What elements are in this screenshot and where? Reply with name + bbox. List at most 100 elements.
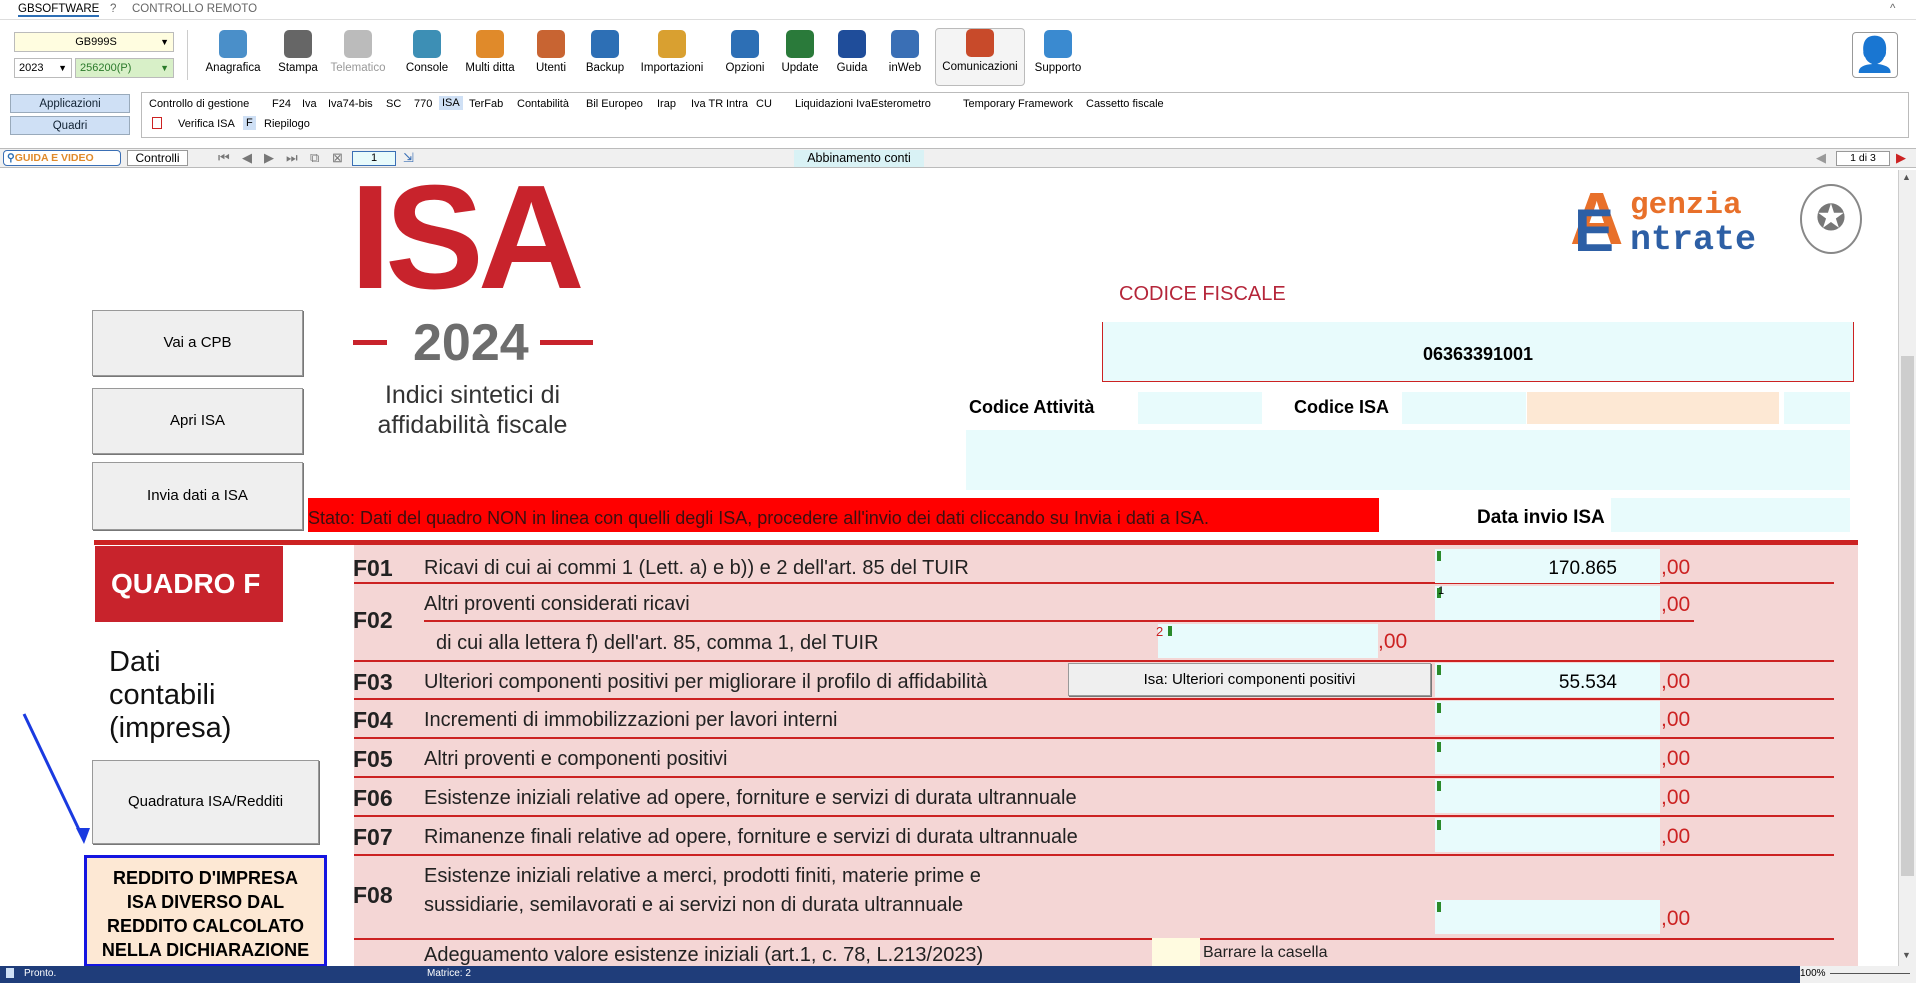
row-value[interactable]: 55.534 [1435,672,1617,694]
prev-page-icon[interactable]: ◀ [242,150,252,166]
edit-marker-icon [1437,703,1441,713]
code-select[interactable]: 256200(P) ▼ [75,58,174,78]
toolbar-utenti-button[interactable]: Utenti [528,30,574,88]
tab-liquidazioni-iva[interactable]: Liquidazioni Iva [795,98,871,110]
row-decimals: ,00 [1661,825,1691,848]
tab-esterometro[interactable]: Esterometro [871,98,931,110]
row-value-field[interactable] [1435,586,1660,620]
tab-770[interactable]: 770 [414,98,432,110]
row-value-field[interactable] [1435,740,1660,774]
menu-help[interactable]: ? [110,3,116,15]
year-select[interactable]: 2023 ▼ [14,58,72,78]
codice-isa-extra-field[interactable] [1784,392,1850,424]
tab-cu[interactable]: CU [756,98,772,110]
toolbar-opzioni-button[interactable]: Opzioni [720,30,770,88]
vai-cpb-button[interactable]: Vai a CPB [92,310,303,376]
codice-attivita-field[interactable] [1138,392,1262,424]
invia-isa-button[interactable]: Invia dati a ISA [92,462,303,530]
row-description-2: di cui alla lettera f) dell'art. 85, com… [436,632,879,654]
controlli-button[interactable]: Controlli [127,150,188,166]
dati-contabili-title: Dati contabili (impresa) [109,646,232,744]
tab-intra[interactable]: Intra [726,98,748,110]
avatar-icon[interactable]: 👤 [1852,32,1898,78]
codice-isa-label: Codice ISA [1294,397,1390,417]
toolbar-multi-ditta-button[interactable]: Multi ditta [458,30,522,88]
toolbar-telematico-button[interactable]: Telematico [328,30,388,88]
quadri-button[interactable]: Quadri [10,116,130,135]
vertical-scrollbar[interactable]: ▲ ▼ [1898,170,1916,966]
row-decimals: ,00 [1661,556,1691,579]
toolbar-backup-button[interactable]: Backup [582,30,628,88]
collapse-icon[interactable]: ^ [1890,3,1895,15]
toolbar-console-button[interactable]: Console [400,30,454,88]
codice-isa-field[interactable] [1402,392,1526,424]
sub-value-field[interactable] [1158,624,1378,658]
codice-fiscale-field[interactable]: 06363391001 [1102,322,1854,382]
tab-iva-tr[interactable]: Iva TR [691,98,723,110]
sub-divider [424,620,1694,622]
prev-record-icon[interactable]: ◀ [1816,150,1826,166]
menu-remote-control[interactable]: CONTROLLO REMOTO [132,3,257,15]
descrizione-attivita-field[interactable] [966,430,1850,490]
pdf-icon[interactable] [152,117,162,129]
scroll-thumb[interactable] [1901,356,1914,876]
first-page-icon[interactable]: ⏮ [218,150,230,166]
tab-iva74-bis[interactable]: Iva74-bis [328,98,373,110]
copy-page-icon[interactable]: ⧉ [310,150,319,166]
tab-controllo-di-gestione[interactable]: Controllo di gestione [149,98,249,110]
row-divider [354,776,1834,778]
subtab-riepilogo[interactable]: Riepilogo [264,118,310,130]
tab-f24[interactable]: F24 [272,98,291,110]
toolbar-comunicazioni-button[interactable]: Comunicazioni [935,28,1025,86]
row-value-field[interactable] [1435,701,1660,735]
tab-terfab[interactable]: TerFab [469,98,503,110]
row-description: Ulteriori componenti positivi per miglio… [424,671,988,693]
next-page-icon[interactable]: ▶ [264,150,274,166]
toolbar-inweb-button[interactable]: inWeb [882,30,928,88]
apri-isa-button[interactable]: Apri ISA [92,388,303,454]
row-value-field[interactable] [1435,779,1660,813]
quadratura-button[interactable]: Quadratura ISA/Redditi [92,760,319,844]
tab-iva[interactable]: Iva [302,98,317,110]
data-invio-field[interactable] [1611,498,1850,532]
toolbar-stampa-button[interactable]: Stampa [272,30,324,88]
applicazioni-button[interactable]: Applicazioni [10,94,130,113]
tab-cassetto-fiscale[interactable]: Cassetto fiscale [1086,98,1164,110]
row-code: F03 [353,669,393,695]
subtab-f[interactable]: F [243,116,256,130]
logo-bar-left [353,340,387,345]
guide-video-button[interactable]: ⚲GUIDA E VIDEO [3,150,121,166]
last-page-icon[interactable]: ⏭ [286,150,298,166]
toolbar-update-button[interactable]: Update [774,30,826,88]
tab-contabilità[interactable]: Contabilità [517,98,569,110]
menu-gbsoftware[interactable]: GBSOFTWARE [18,3,100,17]
toolbar-supporto-button[interactable]: Supporto [1030,30,1086,88]
page-number-field[interactable]: 1 [352,151,396,166]
toolbar-importazioni-button[interactable]: Importazioni [632,30,712,88]
row-description: Altri proventi e componenti positivi [424,748,728,770]
toolbar-button-label: Importazioni [640,62,704,74]
codice-isa-desc-field[interactable] [1527,392,1779,424]
delete-page-icon[interactable]: ⊠ [332,150,343,166]
row-description-2: sussidiarie, semilavorati e ai servizi n… [424,894,964,916]
tab-bil-europeo[interactable]: Bil Europeo [586,98,643,110]
row-value-field[interactable] [1435,900,1660,934]
row-value[interactable]: 170.865 [1435,558,1617,580]
company-select[interactable]: GB999S ▼ [14,32,174,52]
subtab-verifica-isa[interactable]: Verifica ISA [178,118,235,130]
tab-isa[interactable]: ISA [439,96,463,110]
row-description: Esistenze iniziali relative a merci, pro… [424,865,981,887]
abbinamento-conti-button[interactable]: Abbinamento conti [794,150,924,167]
tab-temporary-framework[interactable]: Temporary Framework [963,98,1073,110]
isa-ulteriori-button[interactable]: Isa: Ulteriori componenti positivi [1068,663,1431,696]
next-record-icon[interactable]: ▶ [1896,150,1906,166]
tab-sc[interactable]: SC [386,98,401,110]
zoom-area[interactable]: 100% [1800,966,1916,983]
tab-irap[interactable]: Irap [657,98,676,110]
toolbar-anagrafica-button[interactable]: Anagrafica [198,30,268,88]
scroll-up-icon: ▲ [1902,172,1911,182]
row-value-field[interactable] [1435,818,1660,852]
toolbar-guida-button[interactable]: Guida [830,30,874,88]
adeguamento-checkbox[interactable] [1152,938,1200,966]
go-page-icon[interactable]: ⇲ [403,150,414,166]
